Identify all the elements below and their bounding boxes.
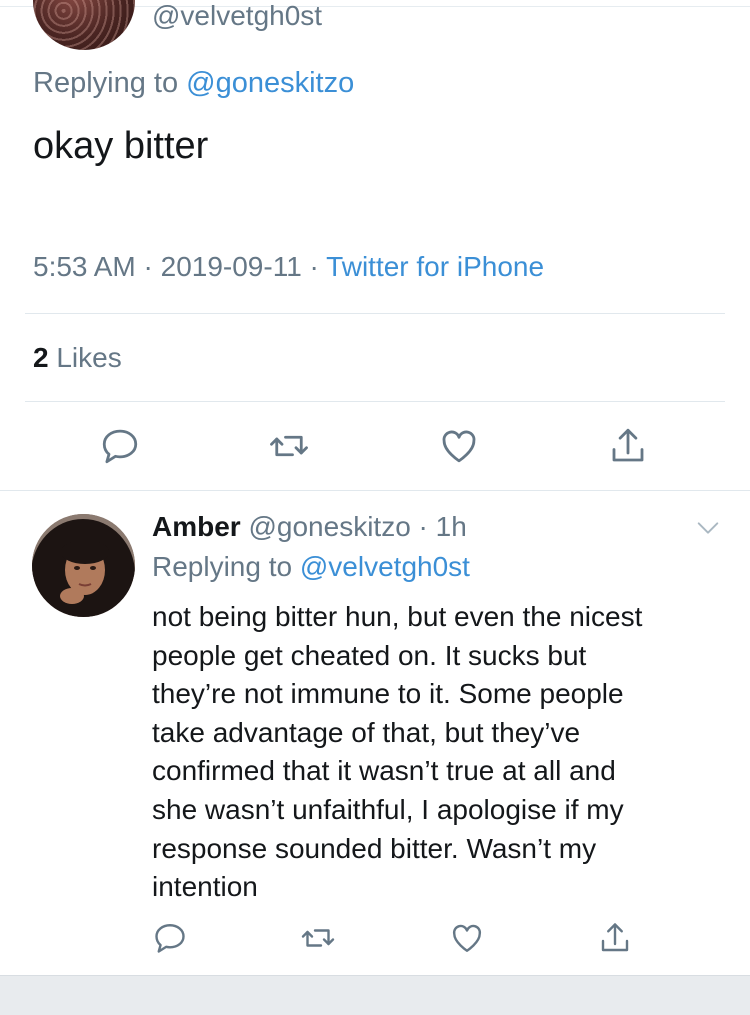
user-handle[interactable]: @goneskitzo: [248, 511, 410, 542]
tweet-meta: 5:53 AM · 2019-09-11 · Twitter for iPhon…: [33, 250, 544, 284]
reply-icon[interactable]: [99, 425, 141, 467]
replying-to: Replying to @goneskitzo: [33, 66, 354, 100]
tweet-age: 1h: [435, 511, 467, 542]
like-icon[interactable]: [438, 425, 480, 467]
divider: [25, 401, 725, 402]
chevron-down-icon[interactable]: [694, 514, 722, 542]
meta-separator: ·: [410, 511, 436, 542]
likes-number: 2: [33, 342, 49, 373]
avatar[interactable]: [32, 514, 135, 617]
tweet-text: okay bitter: [33, 125, 209, 167]
share-icon[interactable]: [597, 920, 633, 956]
replying-to-link[interactable]: @goneskitzo: [186, 67, 354, 99]
like-icon[interactable]: [449, 920, 485, 956]
replying-to: Replying to @velvetgh0st: [152, 550, 470, 584]
tweet-text: not being bitter hun, but even the nices…: [152, 601, 643, 903]
divider: [25, 313, 725, 314]
meta-separator: ·: [135, 251, 161, 282]
likes-label: Likes: [48, 342, 122, 373]
share-icon[interactable]: [607, 425, 649, 467]
avatar[interactable]: [33, 0, 135, 50]
reply-header: Amber @goneskitzo · 1h: [152, 510, 467, 544]
tweet-source-link[interactable]: Twitter for iPhone: [326, 251, 544, 282]
replying-label: Replying to: [152, 551, 300, 582]
replying-label: Replying to: [33, 67, 187, 99]
bottom-bar: [0, 975, 750, 1015]
retweet-icon[interactable]: [300, 920, 336, 956]
tweet-time: 5:53 AM: [33, 251, 136, 282]
retweet-icon[interactable]: [268, 425, 310, 467]
section-divider: [0, 490, 750, 491]
reply-icon[interactable]: [152, 920, 188, 956]
user-handle[interactable]: @velvetgh0st: [152, 0, 322, 32]
meta-separator: ·: [301, 251, 327, 282]
tweet-date: 2019-09-11: [160, 251, 302, 282]
likes-count[interactable]: 2 Likes: [33, 341, 122, 375]
user-name[interactable]: Amber: [152, 511, 241, 542]
replying-to-link[interactable]: @velvetgh0st: [300, 551, 470, 582]
